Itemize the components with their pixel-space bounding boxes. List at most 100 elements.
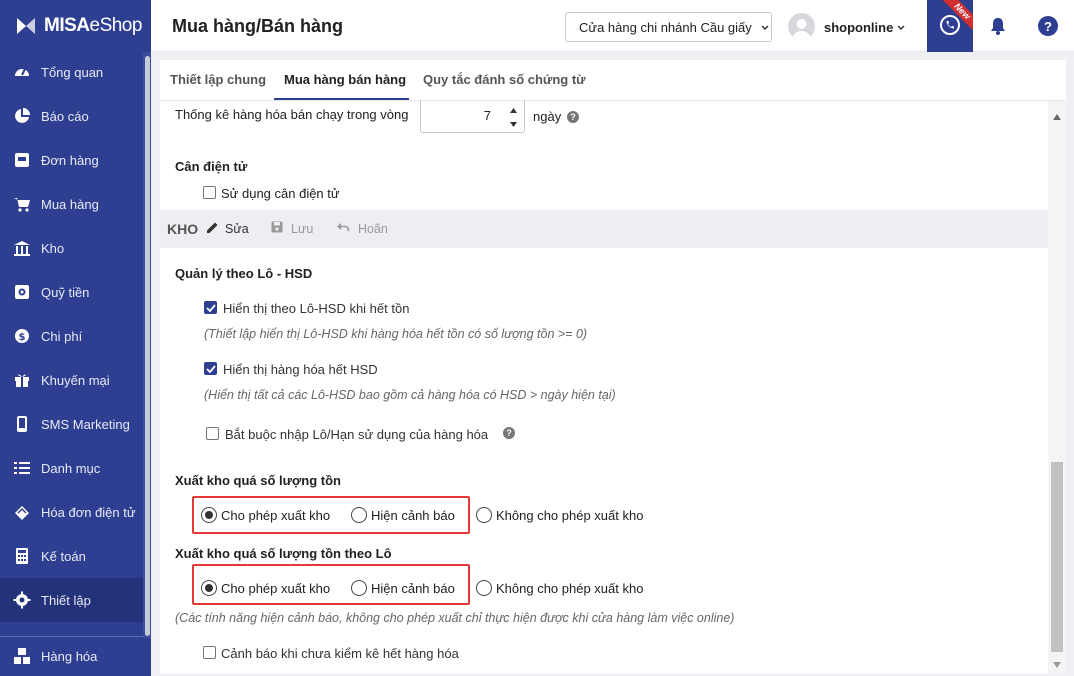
lot-option-3-checkbox[interactable] <box>206 427 219 440</box>
top-header: Mua hàng/Bán hàng Cửa hàng chi nhánh Cầu… <box>151 0 1074 52</box>
sidebar-item-label: Chi phí <box>41 328 83 344</box>
content-scrollbar-thumb[interactable] <box>1051 462 1063 652</box>
over-stock-allow-radio[interactable] <box>201 507 217 523</box>
sidebar-item-tong-quan[interactable]: Tổng quan <box>0 50 143 94</box>
app-logo[interactable]: MISAeShop <box>0 0 151 52</box>
save-button[interactable]: Lưu <box>271 221 313 236</box>
warehouse-section-header: KHO Sửa Lưu Hoãn <box>160 210 1048 248</box>
lot-option-1-note: (Thiết lập hiển thị Lô-HSD khi hàng hóa … <box>204 327 588 341</box>
sidebar-item-hoa-don-dien-tu[interactable]: Hóa đơn điện tử <box>0 490 143 534</box>
bestseller-days-value: 7 <box>483 108 491 123</box>
arrow-up-icon[interactable] <box>509 102 518 117</box>
app-brand: MISAeShop <box>44 15 142 36</box>
page-title: Mua hàng/Bán hàng <box>172 16 343 36</box>
sidebar: MISAeShop Tổng quan Báo cáo Đơn hàng Mua… <box>0 0 151 676</box>
over-stock-lot-deny-label: Không cho phép xuất kho <box>496 581 644 596</box>
scale-checkbox[interactable] <box>203 186 216 199</box>
save-label: Lưu <box>291 221 314 236</box>
help-button[interactable]: ? <box>1038 16 1058 36</box>
sidebar-item-label: Báo cáo <box>41 108 89 124</box>
tab-bar: Thiết lập chung Mua hàng bán hàng Quy tắ… <box>160 60 1066 101</box>
undo-button[interactable]: Hoãn <box>336 221 388 236</box>
over-stock-warn-label: Hiện cảnh báo <box>371 508 455 523</box>
bell-icon[interactable] <box>989 16 1007 39</box>
lot-option-2-note: (Hiển thị tất cả các Lô-HSD bao gồm cả h… <box>204 388 616 402</box>
help-circle-icon[interactable]: ? <box>503 427 515 439</box>
tab-mua-hang-ban-hang[interactable]: Mua hàng bán hàng <box>284 72 406 87</box>
sidebar-item-hang-hoa[interactable]: Hàng hóa <box>0 634 143 676</box>
sidebar-item-quy-tien[interactable]: Quỹ tiền <box>0 270 143 314</box>
settings-panel: Thiết lập chung Mua hàng bán hàng Quy tắ… <box>160 60 1066 674</box>
sidebar-item-label: Mua hàng <box>41 196 99 212</box>
sidebar-item-label: Khuyến mại <box>41 372 110 388</box>
over-stock-lot-warn-radio[interactable] <box>351 580 367 596</box>
warehouse-icon <box>12 239 31 258</box>
over-stock-lot-heading: Xuất kho quá số lượng tồn theo Lô <box>175 546 392 561</box>
bestseller-days-stepper[interactable]: 7 <box>420 100 525 133</box>
edit-label: Sửa <box>225 222 249 236</box>
user-name[interactable]: shoponline <box>824 20 893 35</box>
sidebar-item-mua-hang[interactable]: Mua hàng <box>0 182 143 226</box>
arrow-down-icon[interactable] <box>509 116 518 131</box>
tab-thiet-lap-chung[interactable]: Thiết lập chung <box>170 72 266 87</box>
lot-option-1-checkbox[interactable] <box>204 301 217 314</box>
chevron-down-icon[interactable] <box>896 20 906 35</box>
misa-logo-icon <box>14 14 38 38</box>
lot-option-3-label: Bắt buộc nhập Lô/Hạn sử dụng của hàng hó… <box>225 427 489 442</box>
sidebar-item-thiet-lap[interactable]: Thiết lập <box>0 578 143 622</box>
boxes-icon <box>12 647 31 666</box>
over-stock-lot-deny-radio[interactable] <box>476 580 492 596</box>
help-circle-icon[interactable]: ? <box>567 111 579 123</box>
scale-heading: Cân điện tử <box>175 159 248 174</box>
sidebar-item-khuyen-mai[interactable]: Khuyến mại <box>0 358 143 402</box>
sidebar-item-label: Danh mục <box>41 460 101 476</box>
over-stock-lot-warn-label: Hiện cảnh báo <box>371 581 455 596</box>
sidebar-item-label: Hóa đơn điện tử <box>41 504 136 520</box>
sidebar-item-chi-phi[interactable]: $ Chi phí <box>0 314 143 358</box>
cart-icon <box>12 195 31 214</box>
phone-call-icon <box>939 14 961 39</box>
sidebar-item-label: Đơn hàng <box>41 152 99 168</box>
warehouse-section-title: KHO <box>167 221 199 237</box>
sidebar-item-label: Tổng quan <box>41 64 104 80</box>
sidebar-item-bao-cao[interactable]: Báo cáo <box>0 94 143 138</box>
over-stock-lot-allow-label: Cho phép xuất kho <box>221 581 331 596</box>
over-stock-deny-radio[interactable] <box>476 507 492 523</box>
money-icon: $ <box>12 327 31 346</box>
call-button[interactable]: New <box>927 0 973 52</box>
stocktake-warning-label: Cảnh báo khi chưa kiểm kê hết hàng hóa <box>221 646 459 661</box>
sidebar-item-danh-muc[interactable]: Danh mục <box>0 446 143 490</box>
over-stock-deny-label: Không cho phép xuất kho <box>496 508 644 523</box>
sidebar-item-ke-toan[interactable]: Kế toán <box>0 534 143 578</box>
sidebar-scrollbar-thumb[interactable] <box>145 56 150 636</box>
lot-option-2-checkbox[interactable] <box>204 362 217 375</box>
floppy-disk-icon <box>271 221 283 236</box>
calculator-icon <box>12 547 31 566</box>
dashboard-icon <box>12 63 31 82</box>
over-stock-warn-radio[interactable] <box>351 507 367 523</box>
sidebar-item-sms-marketing[interactable]: SMS Marketing <box>0 402 143 446</box>
avatar[interactable] <box>788 13 815 40</box>
over-stock-lot-allow-radio[interactable] <box>201 580 217 596</box>
scroll-down-icon[interactable] <box>1053 656 1061 671</box>
sidebar-item-kho[interactable]: Kho <box>0 226 143 270</box>
branch-select[interactable]: Cửa hàng chi nhánh Cầu giấy <box>565 12 772 42</box>
sidebar-item-label: Kho <box>41 240 65 256</box>
pie-chart-icon <box>12 107 31 126</box>
scroll-up-icon[interactable] <box>1053 108 1061 123</box>
sidebar-item-label: SMS Marketing <box>41 416 130 432</box>
gift-icon <box>12 371 31 390</box>
tab-quy-tac-danh-so[interactable]: Quy tắc đánh số chứng từ <box>423 72 586 87</box>
undo-label: Hoãn <box>358 221 388 236</box>
edit-button[interactable]: Sửa <box>206 221 249 237</box>
list-icon <box>12 459 31 478</box>
lot-option-2-label: Hiển thị hàng hóa hết HSD <box>223 362 378 377</box>
safe-icon <box>12 283 31 302</box>
active-tab-indicator <box>274 98 409 100</box>
sidebar-item-label: Quỹ tiền <box>41 284 90 300</box>
sidebar-item-label: Thiết lập <box>41 592 91 608</box>
stocktake-warning-checkbox[interactable] <box>203 646 216 659</box>
sidebar-item-don-hang[interactable]: Đơn hàng <box>0 138 143 182</box>
over-stock-note: (Các tính năng hiện cảnh báo, không cho … <box>175 611 735 625</box>
phone-icon <box>12 415 31 434</box>
